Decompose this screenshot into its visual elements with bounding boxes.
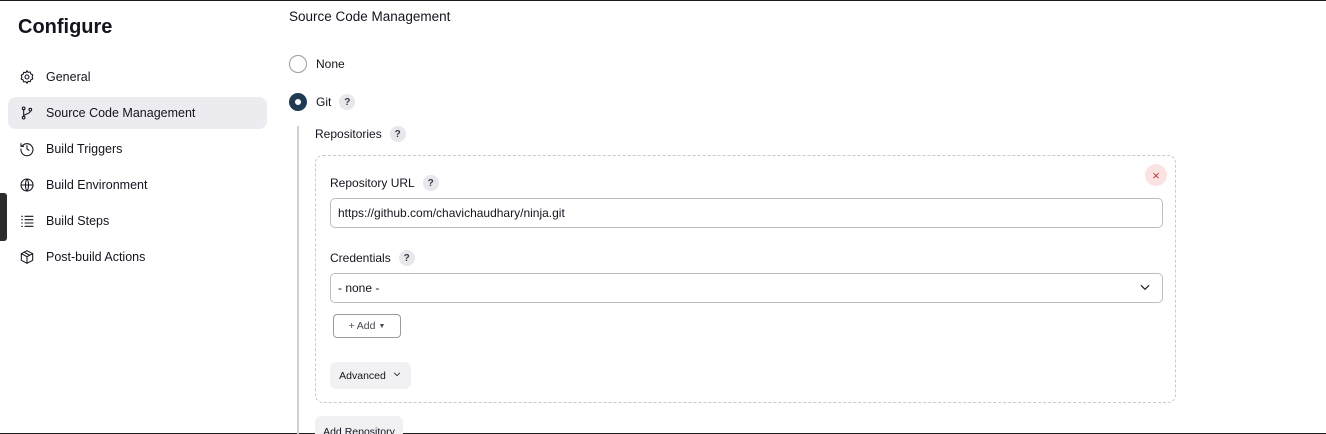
caret-down-icon: ▼ [378, 322, 386, 330]
repository-url-input[interactable] [330, 198, 1163, 228]
list-icon [18, 213, 35, 230]
sidebar-item-label: Build Triggers [46, 142, 123, 156]
credentials-header: Credentials ? [330, 250, 415, 266]
scm-section: Source Code Management None Git ? Reposi… [289, 0, 1326, 434]
advanced-button[interactable]: Advanced [330, 362, 411, 389]
sidebar-item-source-code-management[interactable]: Source Code Management [8, 97, 267, 129]
add-repository-button[interactable]: Add Repository [315, 416, 403, 434]
none-radio[interactable] [289, 55, 307, 73]
sidebar-item-build-environment[interactable]: Build Environment [8, 169, 267, 201]
repositories-label: Repositories [315, 127, 382, 141]
remove-repository-button[interactable]: × [1145, 164, 1167, 186]
section-title: Source Code Management [289, 9, 451, 24]
repository-url-label: Repository URL [330, 176, 415, 190]
sidebar-item-build-triggers[interactable]: Build Triggers [8, 133, 267, 165]
repository-url-header: Repository URL ? [330, 175, 439, 191]
git-label: Git [316, 95, 332, 109]
repository-card: × Repository URL ? Credentials ? - none … [315, 155, 1176, 403]
none-label: None [316, 57, 345, 71]
configure-sidebar: Configure General Source Code Management… [0, 0, 275, 434]
git-options-rule [297, 126, 299, 434]
sidebar-item-label: General [46, 70, 91, 84]
add-credentials-button[interactable]: + Add ▼ [333, 314, 401, 338]
repository-url-help-icon[interactable]: ? [422, 175, 439, 191]
repositories-header: Repositories ? [315, 126, 406, 142]
sidebar-item-post-build-actions[interactable]: Post-build Actions [8, 241, 267, 273]
globe-icon [18, 177, 35, 194]
sidebar-item-label: Source Code Management [46, 106, 196, 120]
scm-option-none[interactable]: None [289, 55, 345, 73]
sidebar-item-general[interactable]: General [8, 61, 267, 93]
sidebar-item-label: Build Steps [46, 214, 110, 228]
git-radio[interactable] [289, 93, 307, 111]
package-icon [18, 249, 35, 266]
credentials-select[interactable]: - none - [330, 273, 1163, 303]
close-icon: × [1152, 167, 1160, 183]
sidebar-item-label: Build Environment [46, 178, 148, 192]
clock-icon [18, 141, 35, 158]
repositories-help-icon[interactable]: ? [389, 126, 406, 142]
credentials-help-icon[interactable]: ? [398, 250, 415, 266]
scm-option-git[interactable]: Git ? [289, 93, 356, 111]
chevron-down-icon [386, 369, 402, 382]
sidebar-title: Configure [18, 16, 113, 38]
chevron-down-icon [1138, 280, 1152, 297]
git-help-icon[interactable]: ? [339, 94, 356, 110]
sidebar-item-build-steps[interactable]: Build Steps [8, 205, 267, 237]
plus-icon: + [348, 320, 355, 332]
add-label: Add [356, 320, 376, 332]
gear-icon [18, 69, 35, 86]
credentials-selected-value: - none - [338, 281, 380, 295]
advanced-label: Advanced [339, 369, 386, 382]
sidebar-item-label: Post-build Actions [46, 250, 146, 264]
add-repository-label: Add Repository [323, 426, 395, 434]
credentials-label: Credentials [330, 251, 391, 265]
sidebar-nav: General Source Code Management Build Tri… [8, 61, 267, 277]
branch-icon [18, 105, 35, 122]
